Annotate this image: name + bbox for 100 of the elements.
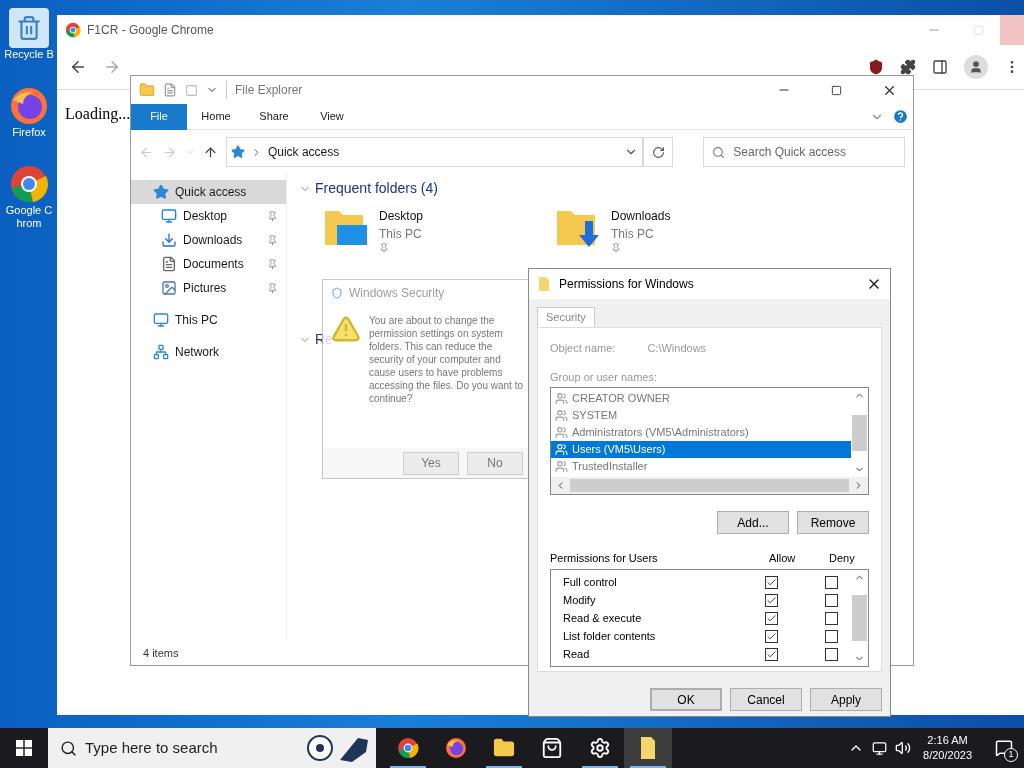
profile-avatar[interactable]	[964, 55, 988, 79]
properties-icon[interactable]	[163, 83, 177, 97]
back-icon[interactable]	[69, 58, 87, 76]
folder-icon	[641, 737, 655, 759]
window-title: File Explorer	[226, 81, 303, 99]
scrollbar-thumb[interactable]	[852, 594, 867, 641]
folder-location: This PC	[611, 226, 655, 243]
remove-button[interactable]: Remove	[797, 511, 869, 534]
user-list-item[interactable]: SYSTEM	[551, 407, 851, 424]
search-icon	[712, 145, 726, 159]
maximize-icon[interactable]	[831, 84, 842, 96]
dialog-tab[interactable]: Security	[537, 307, 595, 327]
user-list-item[interactable]: Administrators (VM5\Administrators)	[551, 424, 851, 441]
ribbon-tab[interactable]: Home	[187, 103, 245, 130]
object-name: C:\Windows	[647, 341, 707, 356]
address-bar[interactable]: Quick access	[225, 137, 644, 167]
horizontal-scrollbar[interactable]	[551, 477, 868, 494]
nav-item[interactable]: Network	[131, 340, 286, 364]
users-icon	[555, 443, 568, 456]
dialog-message: You are about to change the permission settings on system folders. This can reduce the security of your computer and cause users to have problems accessing the files. Do you want to continue?	[369, 314, 523, 406]
dialog-button[interactable]: Cancel	[730, 688, 802, 711]
folder-icon	[493, 737, 515, 759]
nav-item[interactable]: Documents	[131, 252, 286, 276]
shopping-bag-icon	[541, 737, 563, 759]
taskbar-app[interactable]	[624, 728, 672, 768]
nav-item[interactable]: Pictures	[131, 276, 286, 300]
users-icon	[555, 392, 568, 405]
volume-icon[interactable]	[895, 740, 912, 756]
checkbox[interactable]	[825, 594, 838, 607]
ribbon-tab[interactable]: File	[131, 103, 187, 130]
monitor-icon	[153, 312, 169, 328]
dialog-button[interactable]: No	[467, 451, 523, 475]
desktop-icon-label[interactable]: Google Chrom	[4, 203, 54, 231]
windows-logo-icon[interactable]	[16, 740, 32, 756]
nav-item[interactable]: This PC	[131, 308, 286, 332]
search-icon	[60, 739, 77, 757]
star-icon	[230, 145, 245, 159]
up-icon[interactable]	[202, 144, 218, 160]
nav-item[interactable]: Downloads	[131, 228, 286, 252]
scrollbar-thumb[interactable]	[570, 479, 849, 492]
checkbox[interactable]	[765, 612, 778, 625]
checkbox[interactable]	[765, 630, 778, 643]
notification-button[interactable]: 1	[984, 728, 1024, 768]
help-icon[interactable]	[892, 108, 909, 125]
permission-name: Read	[563, 647, 591, 663]
folder-location: This PC	[379, 226, 423, 243]
recycle-bin-icon	[9, 8, 49, 48]
warning-icon	[331, 314, 361, 344]
users-icon	[555, 426, 568, 439]
message-icon	[995, 739, 1013, 757]
chrome-icon	[397, 737, 419, 759]
dialog-button[interactable]: Yes	[403, 451, 459, 475]
field-label: Group or user names:	[550, 369, 658, 385]
column-header: Deny	[829, 551, 856, 566]
puzzle-icon[interactable]	[900, 59, 916, 75]
user-list-item[interactable]: Users (VM5\Users)	[551, 441, 851, 458]
checkbox[interactable]	[765, 594, 778, 607]
refresh-button[interactable]	[643, 137, 674, 167]
checkbox[interactable]	[765, 648, 778, 661]
dialog-title: Permissions for Windows	[559, 276, 695, 293]
scrollbar-thumb[interactable]	[852, 414, 867, 451]
status-text: 4 items	[143, 645, 179, 661]
shield-icon[interactable]	[868, 59, 884, 75]
desktop-icon-label[interactable]: Firefox	[4, 125, 54, 140]
ribbon-tab[interactable]: View	[303, 103, 361, 130]
clock[interactable]: 2:16 AM 8/20/2023	[911, 733, 984, 763]
image-icon	[161, 280, 177, 296]
window-title: F1CR - Google Chrome	[87, 22, 214, 39]
section-heading[interactable]: Frequent folders (4)	[315, 178, 438, 199]
section-label: Permissions for Users	[550, 551, 659, 566]
taskbar-search-field[interactable]: Type here to search	[48, 728, 376, 768]
user-list-item[interactable]: CREATOR OWNER	[551, 390, 851, 407]
document-icon	[161, 256, 177, 272]
checkbox[interactable]	[825, 612, 838, 625]
network-icon[interactable]	[872, 740, 888, 756]
refresh-icon	[651, 145, 665, 159]
firefox-logo-icon	[9, 85, 49, 126]
permission-name: Read & execute	[563, 611, 643, 627]
pin-icon	[379, 243, 389, 253]
pin-icon	[611, 243, 622, 253]
desktop-icon-label[interactable]: Recycle B	[4, 48, 54, 62]
nav-item[interactable]: Desktop	[131, 204, 286, 228]
dialog-button[interactable]: Apply	[810, 688, 882, 711]
nav-item[interactable]: Quick access	[131, 180, 286, 204]
column-header: Allow	[769, 551, 797, 566]
dialog-button[interactable]: OK	[650, 688, 722, 711]
checkbox[interactable]	[765, 576, 778, 589]
add-button[interactable]: Add...	[717, 511, 789, 534]
ribbon-tab[interactable]: Share	[245, 103, 303, 130]
star-icon	[153, 184, 169, 200]
checkbox[interactable]	[825, 648, 838, 661]
checkbox[interactable]	[825, 630, 838, 643]
search-field[interactable]: Search Quick access	[703, 137, 905, 167]
shield-icon	[331, 287, 343, 299]
permission-name: Full control	[563, 575, 618, 591]
checkbox[interactable]	[825, 576, 838, 589]
dialog-title: Windows Security	[349, 285, 445, 302]
user-list-item[interactable]: TrustedInstaller	[551, 458, 851, 475]
monitor-icon	[161, 208, 177, 224]
side-panel-icon[interactable]	[932, 59, 948, 75]
